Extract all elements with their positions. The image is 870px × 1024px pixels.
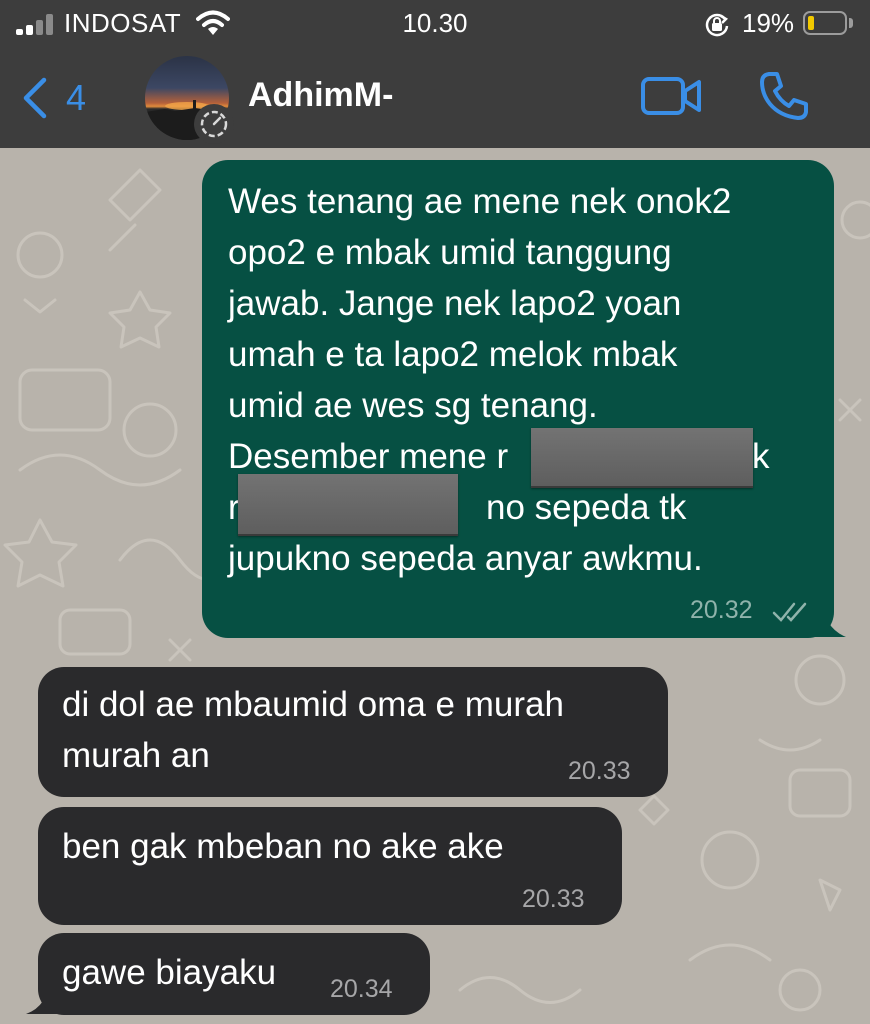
message-line: umah e ta lapo2 melok mbak [228,335,678,374]
incoming-message[interactable]: ben gak mbeban no ake ake 20.33 [38,807,622,925]
message-line: Wes tenang ae mene nek onok2 [228,182,732,221]
message-line: jawab. Jange nek lapo2 yoan [228,284,682,323]
incoming-message[interactable]: gawe biayaku 20.34 [38,933,430,1015]
phone-icon[interactable] [758,70,810,122]
message-time: 20.33 [568,757,631,785]
redaction-block [238,474,458,536]
video-call-icon[interactable] [640,74,702,118]
status-time: 10.30 [402,8,468,38]
message-line: jupukno sepeda anyar awkmu. [228,539,703,578]
back-button[interactable]: 4 [20,48,86,148]
chevron-left-icon [23,77,47,119]
battery-tip [849,18,853,28]
outgoing-message[interactable]: Wes tenang ae mene nek onok2 opo2 e mbak… [202,160,834,638]
status-icon[interactable] [194,104,234,144]
unread-count: 4 [66,77,87,118]
message-line: gawe biayaku [62,953,277,992]
contact-name[interactable]: AdhimM- [248,76,393,115]
message-line: ben gak mbeban no ake ake [62,827,504,866]
status-bar: INDOSAT 10.30 19% [0,0,870,48]
chat-header: 4 AdhimM- [0,48,870,148]
message-line: opo2 e mbak umid tanggung [228,233,672,272]
battery-level [808,16,814,30]
rotation-lock-icon [705,13,729,37]
battery-percentage: 19% [742,8,795,38]
message-text: gawe biayaku [62,947,362,998]
message-time: 20.34 [330,975,393,1003]
battery-icon [803,11,847,35]
message-time: 20.33 [522,885,585,913]
incoming-message[interactable]: di dol ae mbaumid oma e murah murah an 2… [38,667,668,797]
message-time: 20.32 [690,596,753,624]
read-receipt-icon [772,602,807,622]
message-text: ben gak mbeban no ake ake [62,821,622,872]
redaction-block [531,428,753,488]
message-line: di dol ae mbaumid oma e murah [62,685,564,724]
message-line: umid ae wes sg tenang. [228,386,598,425]
